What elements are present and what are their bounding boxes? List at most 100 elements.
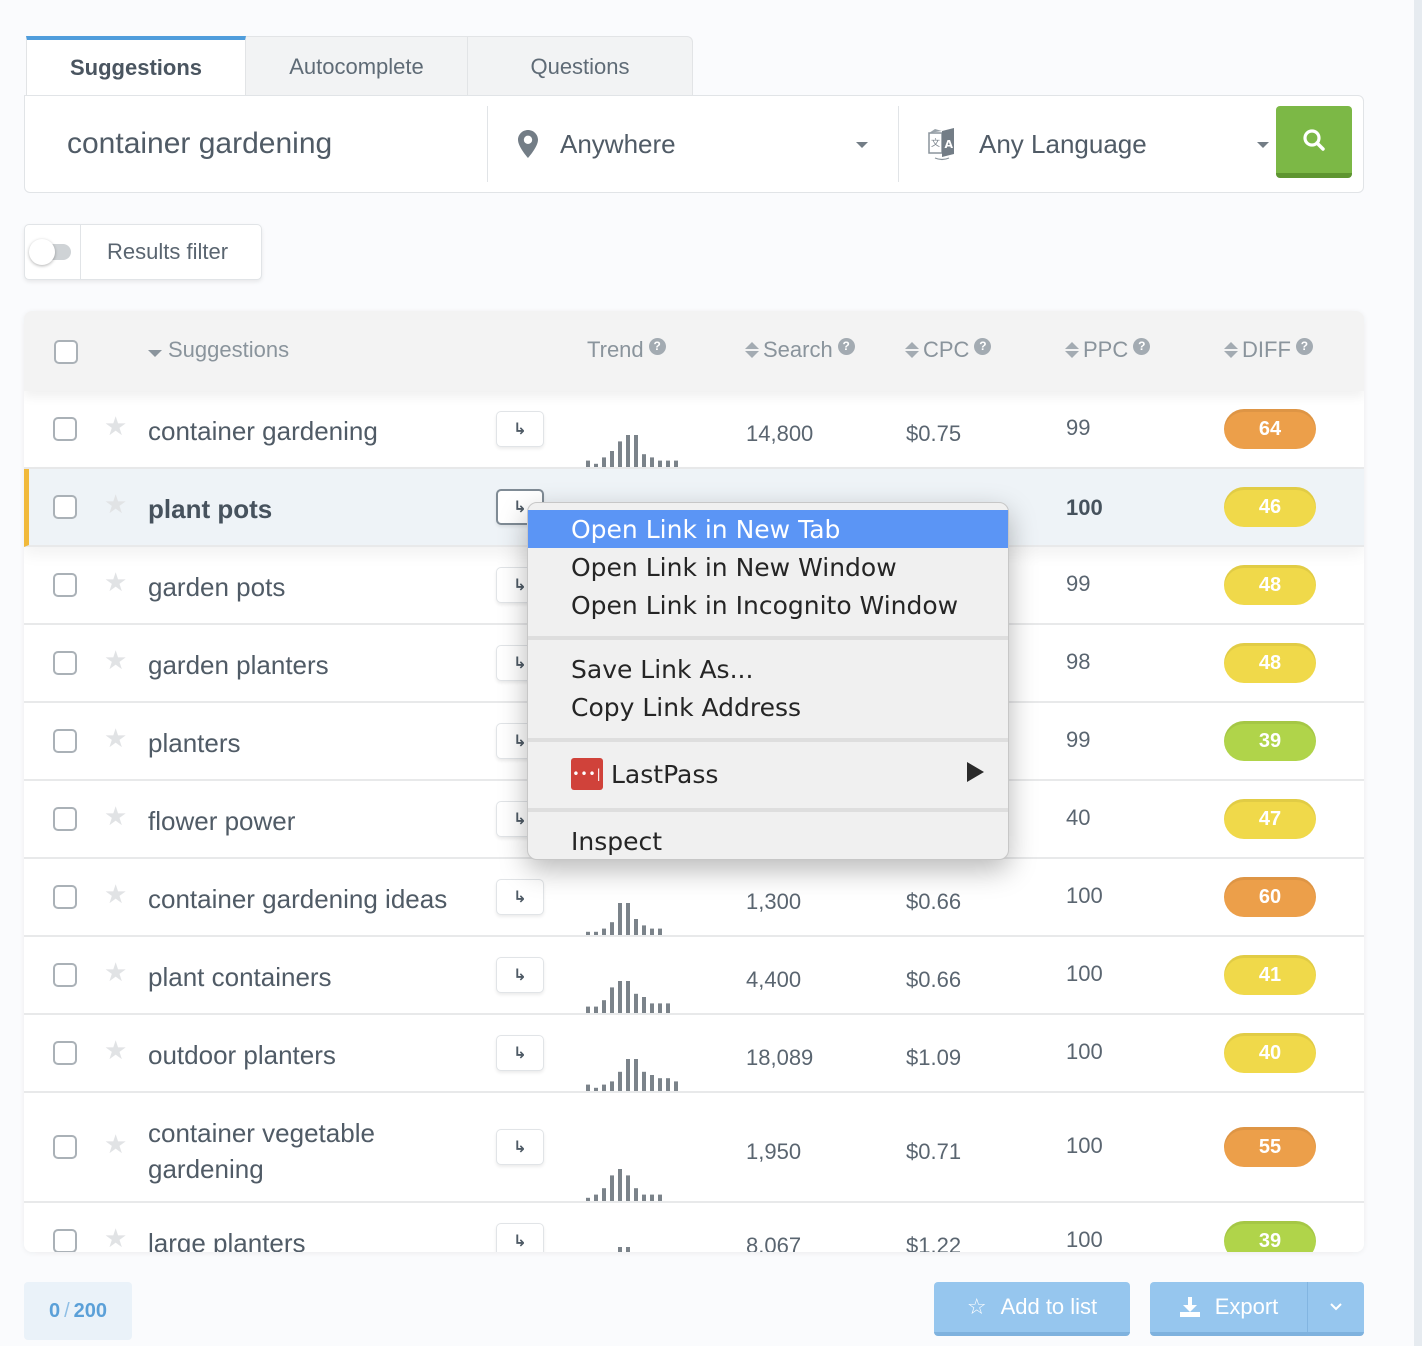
row-checkbox[interactable] [53,573,77,597]
menu-item-inspect[interactable]: Inspect [528,822,1008,860]
star-icon[interactable]: ★ [104,645,127,676]
trend-bar [594,463,598,467]
star-icon[interactable]: ★ [104,1223,127,1252]
arrow-return-icon: ↳ [513,577,527,594]
table-row[interactable]: ★ plant containers ↳ 4,400 $0.66 100 41 [24,937,1364,1015]
table-row[interactable]: ★ large planters ↳ 8,067 $1.22 100 39 [24,1203,1364,1252]
star-icon[interactable]: ★ [104,567,127,598]
column-header-search[interactable]: Search ? [745,337,855,363]
table-row[interactable]: ★ outdoor planters ↳ 18,089 $1.09 100 40 [24,1015,1364,1093]
help-icon[interactable]: ? [1295,337,1313,355]
row-checkbox[interactable] [53,1041,77,1065]
add-to-list-button[interactable]: ☆ Add to list [934,1282,1130,1336]
row-checkbox[interactable] [53,963,77,987]
row-checkbox[interactable] [53,1135,77,1159]
difficulty-badge: 39 [1224,721,1316,761]
help-icon[interactable]: ? [837,337,855,355]
trend-bar [586,931,590,935]
location-select[interactable]: Anywhere [488,106,898,182]
trend-bar [626,1247,630,1252]
results-filter-toggle[interactable] [25,224,81,280]
language-select[interactable]: A 文 Any Language [899,106,1299,182]
open-keyword-button[interactable]: ↳ [496,411,544,447]
export-button[interactable]: Export [1150,1282,1308,1332]
trend-bar [618,903,622,935]
menu-item-lastpass[interactable]: •••| LastPass [528,752,1008,796]
help-icon[interactable]: ? [974,337,992,355]
help-icon[interactable]: ? [648,337,666,355]
help-icon[interactable]: ? [1133,337,1151,355]
menu-item-save-link-as[interactable]: Save Link As... [528,650,1008,688]
select-all-checkbox[interactable] [54,340,78,364]
menu-separator [528,808,1008,812]
column-header-cpc[interactable]: CPC ? [905,337,992,363]
row-checkbox[interactable] [53,495,77,519]
results-filter-label[interactable]: Results filter [107,239,228,265]
trend-bar [658,1078,662,1091]
star-icon[interactable]: ★ [104,1129,127,1160]
table-row[interactable]: ★ container gardening ideas ↳ 1,300 $0.66 100… [24,859,1364,937]
map-pin-icon [518,130,538,158]
arrow-return-icon: ↳ [513,811,527,828]
trend-bar [610,451,614,467]
trend-bar [602,1084,606,1091]
menu-item-open-incognito[interactable]: Open Link in Incognito Window [528,586,1008,624]
arrow-return-icon: ↳ [513,1045,527,1062]
star-icon[interactable]: ★ [104,1035,127,1066]
open-keyword-button[interactable]: ↳ [496,1129,544,1165]
trend-bar [594,931,598,935]
arrow-return-icon: ↳ [513,733,527,750]
search-volume: 1,300 [746,889,802,914]
row-checkbox[interactable] [53,1229,77,1252]
language-value: Any Language [979,128,1147,159]
star-icon[interactable]: ★ [104,879,127,910]
keyword-text: large planters [148,1228,306,1252]
download-icon [1179,1297,1200,1317]
difficulty-badge: 64 [1224,409,1316,449]
difficulty-badge: 60 [1224,877,1316,917]
page-scrollbar-track[interactable] [1414,0,1422,1346]
table-row[interactable]: ★ container vegetable gardening ↳ 1,950 $0.7… [24,1093,1364,1203]
keyword-input[interactable] [67,114,487,174]
open-keyword-button[interactable]: ↳ [496,1035,544,1071]
column-header-diff[interactable]: DIFF ? [1224,337,1313,363]
tab-suggestions[interactable]: Suggestions [26,36,246,96]
row-checkbox[interactable] [53,885,77,909]
search-volume: 18,089 [746,1045,814,1070]
table-row[interactable]: ★ container gardening ↳ 14,800 $0.75 99 64 [24,391,1364,469]
open-keyword-button[interactable]: ↳ [496,957,544,993]
row-checkbox[interactable] [53,807,77,831]
open-keyword-button[interactable]: ↳ [496,1223,544,1252]
menu-separator [528,738,1008,742]
table-header: Suggestions Trend ? Search ? CPC ? PPC ?… [24,311,1364,391]
menu-item-open-new-tab[interactable]: Open Link in New Tab [528,510,1008,548]
row-checkbox[interactable] [53,729,77,753]
column-header-ppc[interactable]: PPC ? [1065,337,1151,363]
column-header-suggestions[interactable]: Suggestions [148,337,289,363]
search-bar: Anywhere A 文 Any Language [24,95,1364,193]
trend-bar [610,1175,614,1201]
ppc-value: 99 [1066,415,1091,440]
star-icon[interactable]: ★ [104,957,127,988]
trend-bar [674,460,678,467]
tab-questions[interactable]: Questions [468,36,693,96]
open-keyword-button[interactable]: ↳ [496,879,544,915]
menu-item-open-new-window[interactable]: Open Link in New Window [528,548,1008,586]
menu-item-copy-link-address[interactable]: Copy Link Address [528,688,1008,726]
row-checkbox[interactable] [53,651,77,675]
difficulty-badge: 39 [1224,1221,1316,1252]
tab-autocomplete[interactable]: Autocomplete [246,36,468,96]
difficulty-badge: 41 [1224,955,1316,995]
trend-bar [626,903,630,935]
trend-bar [586,460,590,467]
svg-text:文: 文 [931,137,940,149]
star-icon[interactable]: ★ [104,723,127,754]
export-dropdown-toggle[interactable] [1308,1303,1364,1311]
star-icon[interactable]: ★ [104,801,127,832]
star-icon[interactable]: ★ [104,411,127,442]
star-outline-icon: ☆ [966,1294,987,1319]
trend-bar [594,1194,598,1201]
row-checkbox[interactable] [53,417,77,441]
star-icon[interactable]: ★ [104,489,127,520]
search-button[interactable] [1276,106,1352,178]
